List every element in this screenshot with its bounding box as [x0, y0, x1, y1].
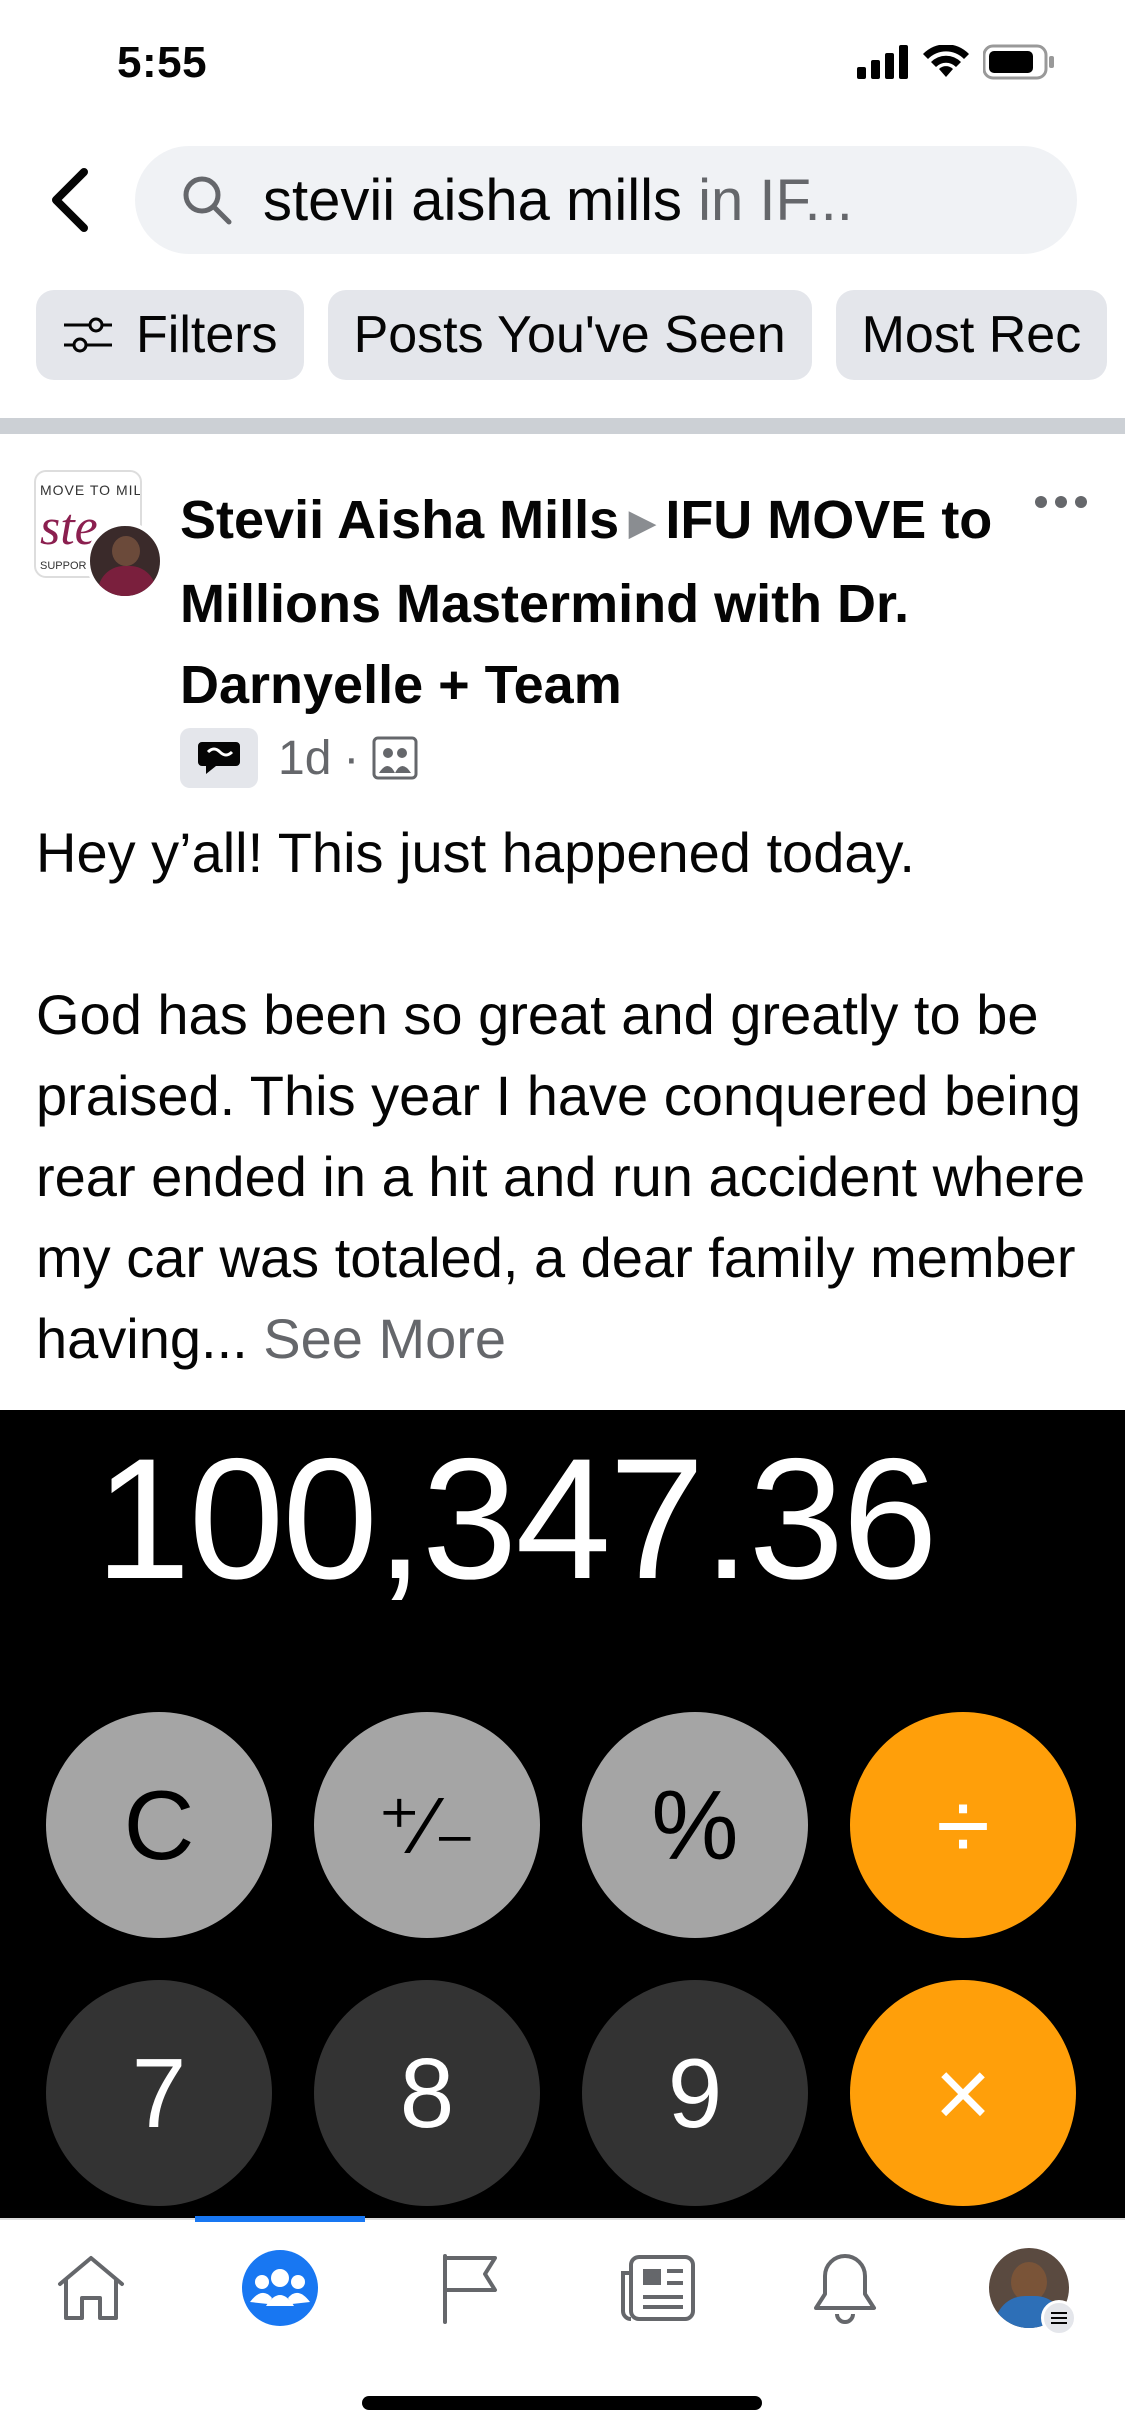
author-name[interactable]: Stevii Aisha Mills: [180, 490, 619, 550]
sliders-icon: [64, 317, 112, 353]
search-icon: [183, 176, 232, 225]
home-indicator: [362, 2396, 762, 2410]
home-icon: [58, 2256, 124, 2320]
calc-key-percent: %: [582, 1712, 808, 1938]
profile-avatar: [989, 2248, 1077, 2336]
signal-icon: [857, 45, 908, 79]
post-avatar[interactable]: MOVE TO MIL ste SUPPORT: [34, 470, 164, 600]
calc-key-7: 7: [46, 1980, 272, 2206]
news-icon: [621, 2255, 695, 2321]
search-bar[interactable]: stevii aisha mills in IF...: [135, 146, 1077, 254]
groups-icon: [242, 2250, 318, 2326]
post-body: Hey y’all! This just happened today. God…: [36, 812, 1096, 1379]
search-scope: in IF...: [682, 167, 853, 233]
filters-chip-label: Filters: [136, 306, 278, 364]
calc-key-9: 9: [582, 1980, 808, 2206]
group-audience-icon: [372, 736, 418, 780]
menu-hamburger-icon: [1041, 2300, 1077, 2336]
status-icons: [857, 42, 1055, 82]
pages-flag-icon: [443, 2254, 497, 2324]
calc-key-plusminus: ⁺∕₋: [314, 1712, 540, 1938]
meta-dot: ·: [343, 731, 360, 785]
post-image-calculator[interactable]: 100,347.36 C ⁺∕₋ % ÷ 7 8 9 ×: [0, 1410, 1125, 2218]
section-divider: [0, 418, 1125, 434]
post-text-line1: Hey y’all! This just happened today.: [36, 821, 915, 884]
post-time[interactable]: 1d: [278, 731, 331, 786]
tab-groups[interactable]: [225, 2238, 335, 2338]
search-query: stevii aisha mills in IF...: [263, 167, 853, 233]
triangle-arrow-icon: ▶: [629, 504, 656, 543]
battery-icon: [983, 44, 1054, 80]
most-recent-chip-label: Most Rec: [861, 306, 1082, 364]
tab-profile-menu[interactable]: [974, 2238, 1084, 2338]
filter-chips: Filters Posts You've Seen Most Rec: [36, 290, 1108, 380]
tab-pages[interactable]: [415, 2238, 525, 2338]
calc-key-multiply: ×: [850, 1980, 1076, 2206]
calculator-display: 100,347.36: [95, 1423, 938, 1615]
active-tab-indicator: [195, 2216, 365, 2222]
tab-home[interactable]: [36, 2238, 146, 2338]
user-avatar: [86, 522, 164, 600]
calc-key-8: 8: [314, 1980, 540, 2206]
post-text-para2: God has been so great and greatly to be …: [36, 983, 1086, 1370]
wifi-icon: [923, 45, 969, 77]
calc-key-clear: C: [46, 1712, 272, 1938]
posts-seen-chip[interactable]: Posts You've Seen: [327, 290, 812, 380]
tab-notifications[interactable]: [790, 2238, 900, 2338]
notifications-bell-icon: [814, 2254, 876, 2324]
chat-bubble-icon: [198, 742, 240, 774]
posts-seen-chip-label: Posts You've Seen: [353, 306, 786, 364]
most-recent-chip[interactable]: Most Rec: [835, 290, 1108, 380]
post-meta: 1d ·: [180, 728, 419, 788]
see-more-link[interactable]: See More: [263, 1307, 506, 1370]
back-arrow-icon[interactable]: [44, 166, 96, 234]
status-time: 5:55: [117, 38, 208, 87]
calc-key-divide: ÷: [850, 1712, 1076, 1938]
post-title: Stevii Aisha Mills ▶ IFU MOVE to Millions …: [180, 480, 1000, 726]
post-type-badge: [180, 728, 258, 788]
more-options-icon[interactable]: [1032, 492, 1090, 512]
filters-chip[interactable]: Filters: [36, 290, 304, 380]
tab-news[interactable]: [602, 2238, 712, 2338]
